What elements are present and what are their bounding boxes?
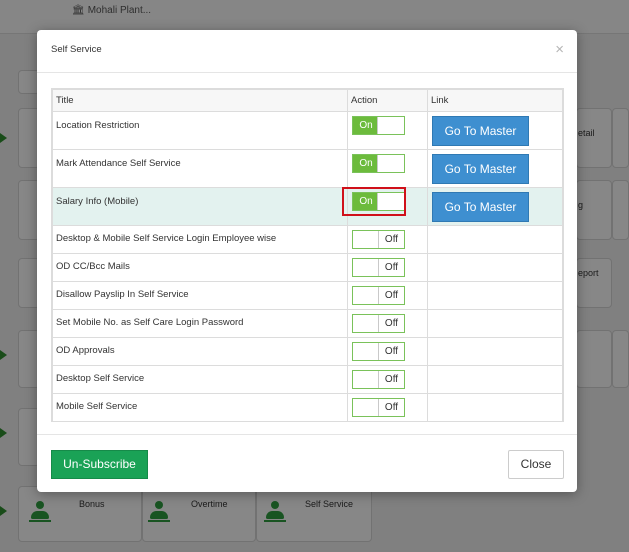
toggle-knob: [353, 231, 379, 248]
highlight-outline: [342, 187, 406, 216]
toggle-off-label: Off: [378, 315, 404, 332]
row-link-cell: [427, 309, 563, 338]
toggle-on-label: On: [353, 117, 379, 134]
toggle-switch[interactable]: Off: [352, 258, 405, 277]
toggle-off-label: Off: [378, 371, 404, 388]
toggle-switch[interactable]: Off: [352, 314, 405, 333]
close-icon[interactable]: ×: [555, 42, 564, 57]
table-row: Mobile Self Service Off: [52, 393, 563, 421]
toggle-knob: [353, 399, 379, 416]
toggle-off-label: Off: [378, 287, 404, 304]
row-action-cell: Off: [347, 393, 428, 421]
row-title: Disallow Payslip In Self Service: [52, 281, 348, 310]
toggle-knob: [377, 155, 404, 172]
row-action-cell: Off: [347, 309, 428, 338]
modal-footer: Un-Subscribe Close: [37, 434, 577, 492]
toggle-switch[interactable]: Off: [352, 286, 405, 305]
toggle-off-label: Off: [378, 231, 404, 248]
row-title: Desktop & Mobile Self Service Login Empl…: [52, 225, 348, 254]
row-title: OD Approvals: [52, 337, 348, 366]
toggle-switch[interactable]: On: [352, 154, 405, 173]
toggle-knob: [377, 117, 404, 134]
row-action-cell: On: [347, 149, 428, 188]
toggle-off-label: Off: [378, 399, 404, 416]
table-row: Desktop Self Service Off: [52, 365, 563, 394]
modal-header: Self Service ×: [37, 30, 577, 73]
row-link-cell: [427, 281, 563, 310]
toggle-off-label: Off: [378, 343, 404, 360]
column-header-action: Action: [347, 89, 428, 112]
row-link-cell: [427, 365, 563, 394]
modal-title: Self Service: [51, 44, 102, 55]
unsubscribe-button[interactable]: Un-Subscribe: [51, 450, 148, 479]
toggle-knob: [353, 315, 379, 332]
row-title: Location Restriction: [52, 111, 348, 150]
toggle-switch[interactable]: Off: [352, 398, 405, 417]
row-action-cell: Off: [347, 225, 428, 254]
settings-table: Title Action Link Location Restriction O…: [52, 89, 563, 421]
self-service-modal: Self Service × Title Action Link Locatio…: [37, 30, 577, 492]
toggle-switch[interactable]: On: [352, 116, 405, 135]
table-row: Set Mobile No. as Self Care Login Passwo…: [52, 309, 563, 338]
table-row: Location Restriction On Go To Master: [52, 111, 563, 150]
close-button[interactable]: Close: [508, 450, 564, 479]
row-link-cell: [427, 337, 563, 366]
toggle-knob: [353, 287, 379, 304]
row-action-cell: Off: [347, 337, 428, 366]
toggle-knob: [353, 371, 379, 388]
row-title: Salary Info (Mobile): [52, 187, 348, 226]
row-action-cell: Off: [347, 365, 428, 394]
toggle-on-label: On: [353, 155, 379, 172]
row-title: Desktop Self Service: [52, 365, 348, 394]
go-to-master-button[interactable]: Go To Master: [432, 154, 529, 184]
row-title: OD CC/Bcc Mails: [52, 253, 348, 282]
table-row: OD CC/Bcc Mails Off: [52, 253, 563, 282]
row-title: Mobile Self Service: [52, 393, 348, 421]
go-to-master-button[interactable]: Go To Master: [432, 116, 529, 146]
table-row: Disallow Payslip In Self Service Off: [52, 281, 563, 310]
toggle-knob: [353, 343, 379, 360]
toggle-switch[interactable]: Off: [352, 370, 405, 389]
table-row: Desktop & Mobile Self Service Login Empl…: [52, 225, 563, 254]
row-link-cell: Go To Master: [427, 187, 563, 226]
row-title: Set Mobile No. as Self Care Login Passwo…: [52, 309, 348, 338]
table-row-highlighted: Salary Info (Mobile) On Go To Master: [52, 187, 563, 226]
table-header-row: Title Action Link: [52, 89, 563, 112]
row-link-cell: Go To Master: [427, 111, 563, 150]
row-link-cell: [427, 225, 563, 254]
row-action-cell: On: [342, 187, 428, 226]
go-to-master-button[interactable]: Go To Master: [432, 192, 529, 222]
toggle-off-label: Off: [378, 259, 404, 276]
row-action-cell: Off: [347, 253, 428, 282]
column-header-title: Title: [52, 89, 348, 112]
toggle-knob: [353, 259, 379, 276]
row-title: Mark Attendance Self Service: [52, 149, 348, 188]
toggle-switch[interactable]: Off: [352, 342, 405, 361]
toggle-switch[interactable]: Off: [352, 230, 405, 249]
column-header-link: Link: [427, 89, 563, 112]
row-action-cell: Off: [347, 281, 428, 310]
row-link-cell: Go To Master: [427, 149, 563, 188]
table-row: OD Approvals Off: [52, 337, 563, 366]
row-action-cell: On: [347, 111, 428, 150]
row-link-cell: [427, 253, 563, 282]
row-link-cell: [427, 393, 563, 421]
settings-table-container[interactable]: Title Action Link Location Restriction O…: [51, 88, 564, 422]
table-row: Mark Attendance Self Service On Go To Ma…: [52, 149, 563, 188]
